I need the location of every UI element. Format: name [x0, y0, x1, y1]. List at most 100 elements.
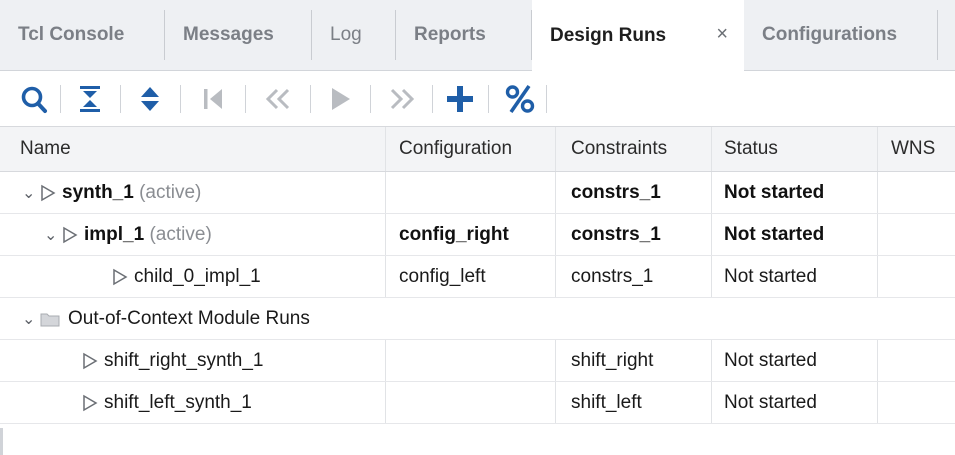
status-cell: Not started [712, 214, 878, 255]
status-value: Not started [724, 349, 817, 371]
name-cell: shift_right_synth_1 [0, 340, 386, 381]
active-label: (active) [139, 181, 202, 203]
search-button[interactable] [14, 71, 54, 126]
tab-reports[interactable]: Reports [396, 0, 532, 70]
previous-icon [265, 88, 290, 109]
toolbar [0, 71, 955, 127]
toolbar-separator [370, 85, 371, 113]
status-value: Not started [724, 391, 817, 413]
run-name: shift_left_synth_1 [104, 391, 252, 413]
configuration-value: config_right [399, 223, 509, 245]
tab-design-runs[interactable]: Design Runs × [532, 0, 744, 71]
column-header-configuration[interactable]: Configuration [386, 127, 556, 171]
status-value: Not started [724, 181, 825, 203]
group-cell: ⌄ Out-of-Context Module Runs [0, 298, 955, 339]
column-header-name[interactable]: Name [0, 127, 386, 171]
run-icon [332, 87, 350, 110]
column-header-status[interactable]: Status [712, 127, 878, 171]
column-label: Name [20, 138, 71, 159]
wns-cell [878, 382, 955, 423]
toolbar-separator [60, 85, 61, 113]
first-icon [204, 88, 222, 109]
column-label: Configuration [399, 138, 513, 159]
next-icon [390, 88, 415, 109]
table-row[interactable]: ⌄ impl_1 (active) config_right constrs_1… [0, 214, 955, 256]
constraints-cell: constrs_1 [556, 172, 712, 213]
table-row-group[interactable]: ⌄ Out-of-Context Module Runs [0, 298, 955, 340]
chevron-down-icon[interactable]: ⌄ [44, 225, 62, 245]
percent-button[interactable] [500, 71, 540, 126]
tab-log[interactable]: Log [312, 0, 396, 70]
status-cell: Not started [712, 340, 878, 381]
run-triangle-icon [63, 226, 78, 243]
add-button[interactable] [440, 71, 480, 126]
toolbar-separator [245, 85, 246, 113]
group-name: Out-of-Context Module Runs [68, 307, 310, 329]
toolbar-separator [310, 85, 311, 113]
previous-button[interactable] [258, 71, 298, 126]
column-label: Constraints [571, 138, 668, 159]
expand-button[interactable] [130, 71, 170, 126]
first-button[interactable] [193, 71, 233, 126]
constraints-value: shift_left [571, 391, 642, 413]
collapse-all-icon [80, 85, 100, 112]
table-row[interactable]: ⌄ synth_1 (active) constrs_1 Not started [0, 172, 955, 214]
column-label: Status [724, 138, 778, 159]
add-icon [447, 85, 473, 112]
expand-icon [141, 86, 159, 111]
constraints-cell: constrs_1 [556, 256, 712, 297]
constraints-value: constrs_1 [571, 181, 661, 203]
toolbar-separator [180, 85, 181, 113]
configuration-cell [386, 172, 556, 213]
tab-configurations[interactable]: Configurations [744, 0, 938, 70]
run-name: child_0_impl_1 [134, 265, 261, 287]
name-cell: ⌄ impl_1 (active) [0, 214, 386, 255]
tab-label: Configurations [762, 24, 898, 45]
collapse-all-button[interactable] [70, 71, 110, 126]
chevron-down-icon[interactable]: ⌄ [22, 309, 40, 329]
table-row[interactable]: shift_right_synth_1 shift_right Not star… [0, 340, 955, 382]
column-header-constraints[interactable]: Constraints [556, 127, 712, 171]
tab-label: Messages [183, 24, 274, 45]
configuration-cell: config_right [386, 214, 556, 255]
column-header-wns[interactable]: WNS [878, 127, 955, 171]
panel-edge [0, 428, 3, 455]
constraints-value: constrs_1 [571, 265, 654, 287]
tab-label: Tcl Console [18, 24, 125, 45]
constraints-cell: shift_left [556, 382, 712, 423]
chevron-down-icon[interactable]: ⌄ [22, 183, 40, 203]
name-cell: ⌄ synth_1 (active) [0, 172, 386, 213]
toolbar-separator [546, 85, 547, 113]
status-value: Not started [724, 223, 825, 245]
table-header: Name Configuration Constraints Status WN… [0, 127, 955, 172]
wns-cell [878, 256, 955, 297]
run-triangle-icon [83, 394, 98, 411]
active-label: (active) [149, 223, 212, 245]
tab-label: Log [330, 24, 362, 45]
close-icon[interactable]: × [716, 24, 728, 44]
status-cell: Not started [712, 256, 878, 297]
wns-cell [878, 340, 955, 381]
name-cell: shift_left_synth_1 [0, 382, 386, 423]
run-button[interactable] [320, 71, 360, 126]
tab-bar: Tcl Console Messages Log Reports Design … [0, 0, 955, 71]
constraints-value: shift_right [571, 349, 654, 371]
next-button[interactable] [382, 71, 422, 126]
status-cell: Not started [712, 382, 878, 423]
wns-cell [878, 214, 955, 255]
constraints-cell: constrs_1 [556, 214, 712, 255]
table-row[interactable]: shift_left_synth_1 shift_left Not starte… [0, 382, 955, 424]
percent-icon [505, 84, 535, 113]
folder-icon [40, 313, 60, 326]
table-row[interactable]: child_0_impl_1 config_left constrs_1 Not… [0, 256, 955, 298]
configuration-value: config_left [399, 265, 486, 287]
toolbar-separator [120, 85, 121, 113]
tab-label: Design Runs [550, 24, 667, 46]
constraints-cell: shift_right [556, 340, 712, 381]
name-cell: child_0_impl_1 [0, 256, 386, 297]
status-cell: Not started [712, 172, 878, 213]
tab-messages[interactable]: Messages [165, 0, 312, 70]
run-name: shift_right_synth_1 [104, 349, 264, 371]
run-triangle-icon [83, 352, 98, 369]
tab-tcl-console[interactable]: Tcl Console [0, 0, 165, 70]
